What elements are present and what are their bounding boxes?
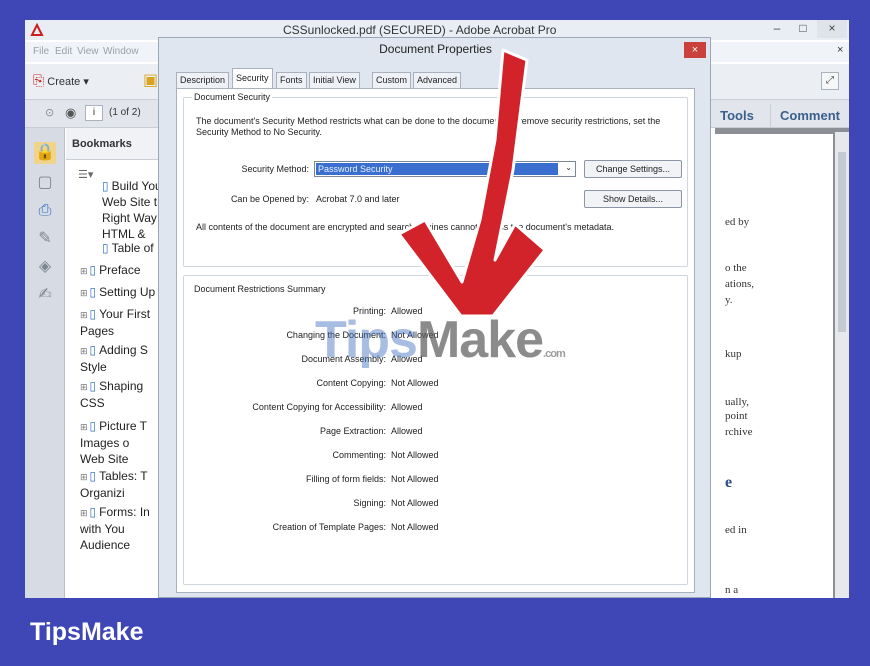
image-frame: CSSunlocked.pdf (SECURED) - Adobe Acroba… (0, 0, 870, 666)
red-arrow-icon (397, 48, 547, 318)
red-arrow-annotation (397, 48, 547, 318)
screenshot-area: CSSunlocked.pdf (SECURED) - Adobe Acroba… (25, 20, 849, 598)
tipsmake-banner: TipsMake (30, 618, 144, 646)
